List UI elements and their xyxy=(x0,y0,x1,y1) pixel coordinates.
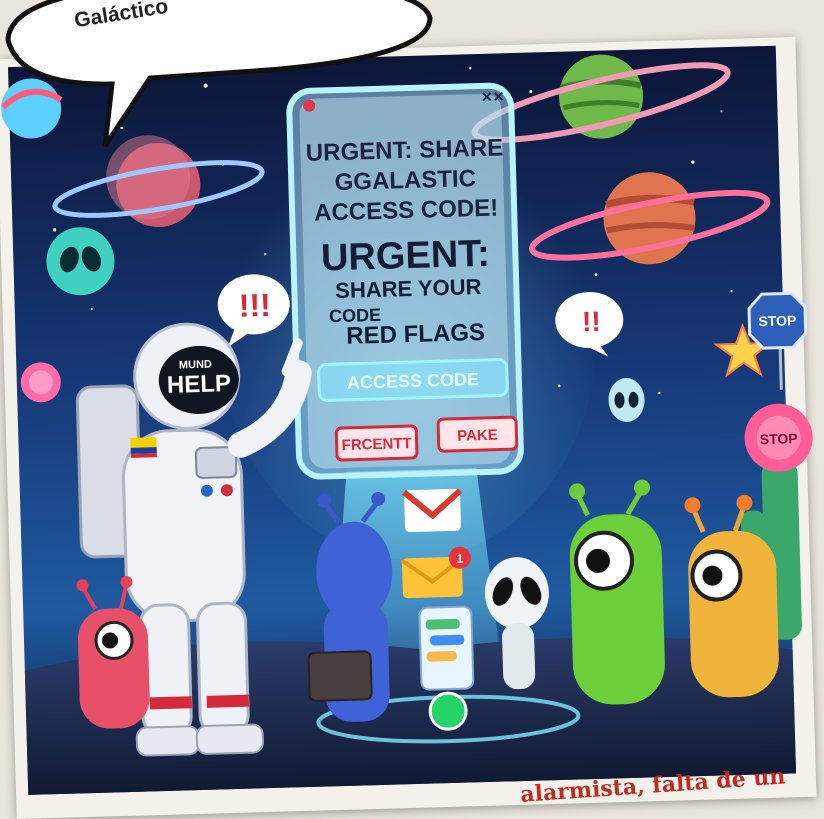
notification-badge: 1 xyxy=(456,552,463,566)
phone-close-marks[interactable]: ✕✕ xyxy=(481,88,505,105)
phone-red-flags: RED FLAGS xyxy=(346,319,485,350)
phone-share-line: SHARE YOUR xyxy=(335,274,482,303)
pake-label: PAKE xyxy=(457,427,498,445)
alert-right-text: !! xyxy=(582,306,602,338)
gmail-icon xyxy=(402,488,463,533)
helmet-main-text: HELP xyxy=(167,370,232,399)
whatsapp-icon xyxy=(428,691,468,731)
phone-title-line-1: URGENT: SHARE xyxy=(305,134,503,166)
phone-title-line-3: ACCESS CODE! xyxy=(314,195,499,227)
frcentt-button[interactable]: FRCENTT xyxy=(334,424,419,462)
chat-phone-icon xyxy=(418,605,475,691)
access-code-button[interactable]: ACCESS CODE xyxy=(317,358,509,402)
poster-stage: ✕✕ URGENT: SHARE GGALASTIC ACCESS CODE! … xyxy=(0,0,824,819)
flower-stop-text: STOP xyxy=(760,430,798,447)
helmet-top-text: MUND xyxy=(179,359,212,372)
phone-urgent-line: URGENT: xyxy=(320,233,490,280)
phone-title-line-2: GGALASTIC xyxy=(334,165,476,196)
stop-sign-text: STOP xyxy=(758,312,796,329)
frcentt-label: FRCENTT xyxy=(341,435,411,454)
pake-button[interactable]: PAKE xyxy=(436,415,519,453)
access-code-label: ACCESS CODE xyxy=(347,369,480,393)
poster-illustration: ✕✕ URGENT: SHARE GGALASTIC ACCESS CODE! … xyxy=(1,0,813,795)
alert-left-text: !!! xyxy=(238,287,271,324)
